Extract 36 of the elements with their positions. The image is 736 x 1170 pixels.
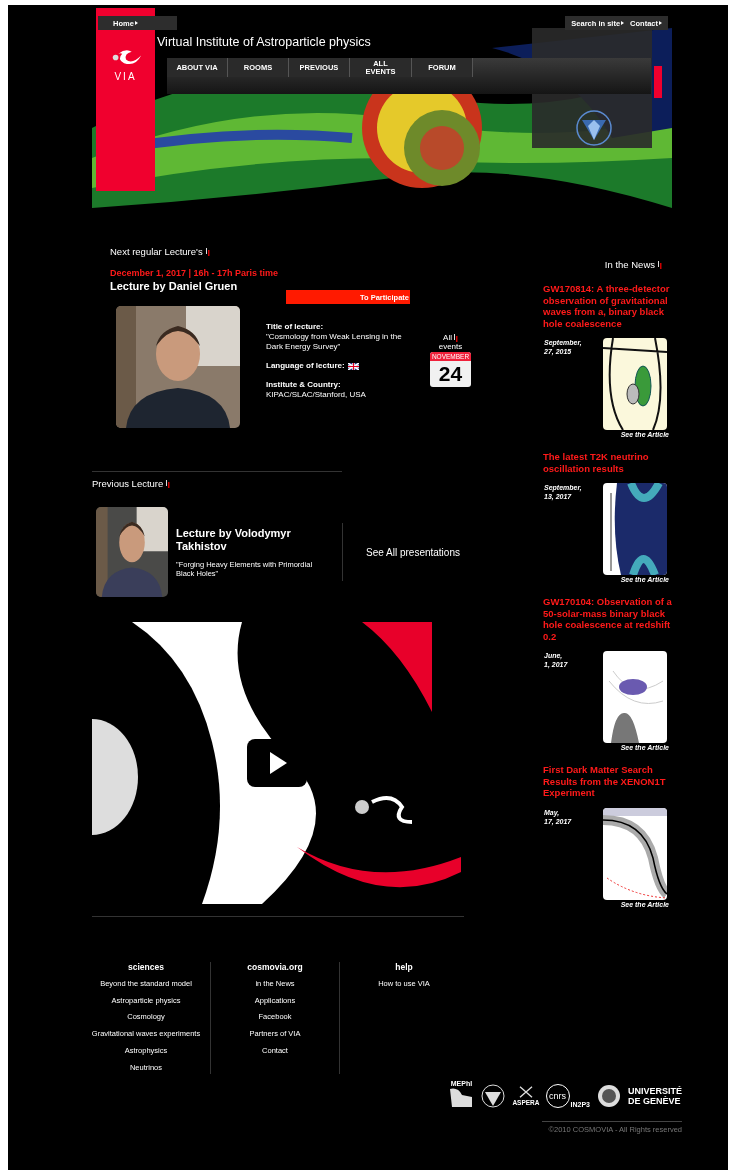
- detail-value: KIPAC/SLAC/Stanford, USA: [266, 390, 367, 400]
- section-heading: Next regular Lecture's: [110, 246, 203, 257]
- news-title[interactable]: GW170814: A three-detector observation of gravitational waves from a, binary black hole coalescence: [543, 283, 672, 329]
- site-title: Virtual Institute of Astroparticle physics: [157, 35, 371, 49]
- detail-value: "Cosmology from Weak Lensing in the Dark Energy Survey": [266, 332, 403, 352]
- footer-heading: help: [395, 962, 413, 972]
- news-title[interactable]: GW170104: Observation of a 50-solar-mass binary black hole coalescence at redshift 0.2: [543, 596, 672, 642]
- news-title[interactable]: The latest T2K neutrino oscillation results: [543, 451, 672, 474]
- logo-label: VIA: [114, 71, 137, 82]
- arrow-icon: [621, 21, 625, 25]
- logo-label: DE GENÈVE: [628, 1095, 682, 1106]
- apc-logo-icon: [574, 108, 614, 148]
- detail-label: Title of lecture:: [266, 322, 324, 332]
- heading-mark-icon: [658, 260, 662, 269]
- section-heading: In the News: [604, 259, 655, 270]
- lecture-date: December 1, 2017 | 16h - 17h Paris time: [110, 268, 280, 278]
- presentations-link[interactable]: See All presentations: [343, 546, 475, 558]
- lecture-title: Lecture by Volodymyr Takhistov: [176, 526, 292, 553]
- footer-heading: cosmovia.org: [247, 962, 303, 972]
- events-label: events: [438, 342, 463, 351]
- section-heading: Previous Lecture: [92, 478, 164, 489]
- apc-logo-icon: [480, 1083, 507, 1108]
- detail-label: Language of lecture:: [266, 361, 345, 371]
- news-title[interactable]: First Dark Matter Search Results from the XENON1T Experiment: [543, 764, 672, 799]
- events-label: All: [443, 333, 452, 342]
- heading-mark-icon: [453, 333, 458, 342]
- detail-label: Institute & Country:: [266, 380, 341, 390]
- heading-mark-icon: [166, 479, 171, 488]
- footer-heading: sciences: [128, 962, 164, 972]
- lecture-title: Lecture by Daniel Gruen: [110, 280, 239, 292]
- seal-icon: [596, 1083, 622, 1108]
- logo-label: UNIVERSITÉ: [628, 1085, 682, 1096]
- arrow-icon: [134, 21, 138, 25]
- uk-flag-icon: [347, 362, 359, 370]
- arrow-icon: [659, 21, 662, 25]
- heading-mark-icon: [205, 247, 210, 256]
